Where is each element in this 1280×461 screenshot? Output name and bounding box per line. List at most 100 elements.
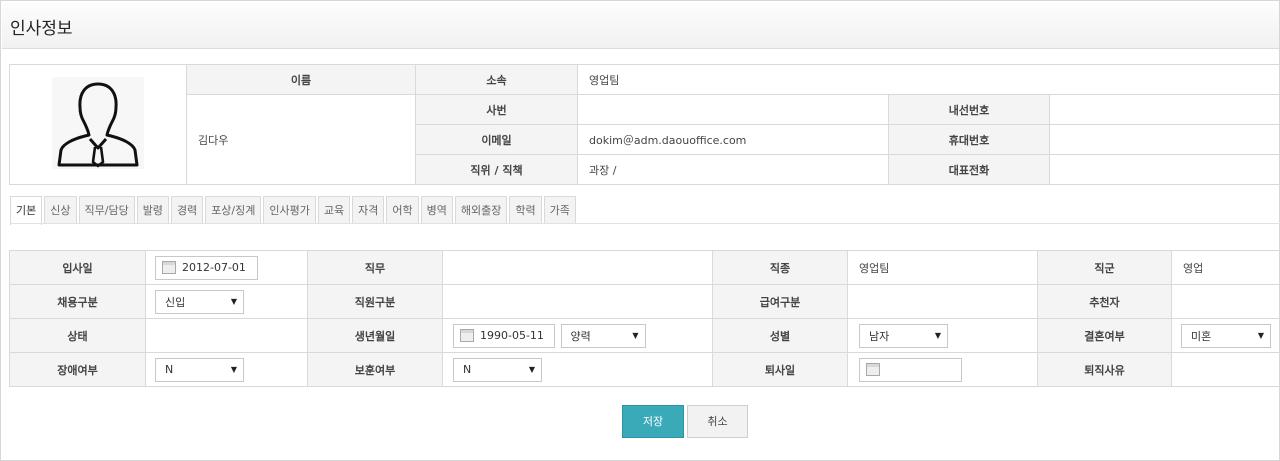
tab-reward[interactable]: 포상/징계 — [205, 196, 262, 224]
veteran-cell: N ▼ — [442, 352, 713, 387]
gender-select[interactable]: 남자 ▼ — [859, 323, 948, 348]
calendar-icon[interactable] — [162, 261, 176, 274]
tab-divider — [10, 223, 1280, 224]
tab-basic[interactable]: 기본 — [10, 196, 43, 225]
hire-type-select[interactable]: 신입 ▼ — [155, 289, 244, 314]
pay-type-label: 급여구분 — [712, 284, 848, 319]
mobile-header: 휴대번호 — [888, 124, 1050, 155]
duty-value — [442, 250, 713, 285]
birthday-input[interactable]: 1990-05-11 — [453, 323, 555, 348]
job-group-value: 영업 — [1171, 250, 1280, 285]
chevron-down-icon: ▼ — [1257, 331, 1264, 340]
tab-language[interactable]: 어학 — [386, 196, 419, 224]
resign-reason-label: 퇴직사유 — [1037, 352, 1172, 387]
veteran-label: 보훈여부 — [307, 352, 443, 387]
ext-value — [1049, 94, 1280, 125]
hire-type-label: 채용구분 — [9, 284, 146, 319]
calendar-type-select[interactable]: 양력 ▼ — [560, 323, 646, 348]
join-date-label: 입사일 — [9, 250, 146, 285]
tab-duty[interactable]: 직무/담당 — [78, 196, 135, 224]
job-type-label: 직종 — [712, 250, 848, 285]
emp-no-value — [577, 94, 889, 125]
name-header: 이름 — [186, 64, 416, 95]
disabled-selected: N — [165, 363, 174, 376]
gender-selected: 남자 — [869, 329, 890, 343]
tab-family[interactable]: 가족 — [543, 196, 576, 224]
married-cell: 미혼 ▼ — [1171, 318, 1280, 353]
dept-value: 영업팀 — [577, 64, 1280, 95]
recommender-value — [1171, 284, 1280, 319]
disabled-label: 장애여부 — [9, 352, 146, 387]
duty-label: 직무 — [307, 250, 443, 285]
married-label: 결혼여부 — [1037, 318, 1172, 353]
resign-date-cell — [847, 352, 1038, 387]
join-date-value: 2012-07-01 — [182, 261, 246, 274]
hr-info-window: 인사정보 이름 소속 영업팀 김다우 사번 내선번호 이메일 dokim＠adm… — [0, 0, 1280, 461]
job-group-label: 직군 — [1037, 250, 1172, 285]
tab-evaluation[interactable]: 인사평가 — [263, 196, 316, 224]
main-phone-header: 대표전화 — [888, 154, 1050, 185]
mobile-value — [1049, 124, 1280, 155]
veteran-select[interactable]: N ▼ — [453, 357, 542, 382]
chevron-down-icon: ▼ — [230, 297, 237, 306]
tab-license[interactable]: 자격 — [352, 196, 385, 224]
tab-career[interactable]: 경력 — [170, 196, 204, 224]
basic-info-table: 입사일 2012-07-01 직무 직종 영업팀 직군 영업 채용구분 신입 ▼ — [9, 250, 1280, 387]
page-title: 인사정보 — [10, 19, 73, 39]
save-button[interactable]: 저장 — [622, 405, 684, 438]
disabled-select[interactable]: N ▼ — [155, 357, 244, 382]
cancel-button[interactable]: 취소 — [687, 405, 748, 438]
position-value: 과장 / — [577, 154, 889, 185]
email-header: 이메일 — [415, 124, 578, 155]
staff-type-label: 직원구분 — [307, 284, 443, 319]
recommender-label: 추천자 — [1037, 284, 1172, 319]
tab-appointment[interactable]: 발령 — [136, 196, 169, 224]
ext-header: 내선번호 — [888, 94, 1050, 125]
title-bar: 인사정보 — [2, 2, 1279, 49]
married-selected: 미혼 — [1191, 329, 1212, 343]
tab-academic[interactable]: 학력 — [509, 196, 542, 224]
chevron-down-icon: ▼ — [528, 365, 535, 374]
name-value: 김다우 — [186, 94, 416, 185]
hire-type-selected: 신입 — [165, 295, 186, 309]
disabled-cell: N ▼ — [145, 352, 308, 387]
birthday-value: 1990-05-11 — [480, 329, 544, 342]
gender-label: 성별 — [712, 318, 848, 353]
resign-date-input[interactable] — [859, 357, 962, 382]
hire-type-cell: 신입 ▼ — [145, 284, 308, 319]
resign-date-label: 퇴사일 — [712, 352, 848, 387]
join-date-input[interactable]: 2012-07-01 — [155, 255, 258, 280]
tab-military[interactable]: 병역 — [420, 196, 453, 224]
position-header: 직위 / 직책 — [415, 154, 578, 185]
chevron-down-icon: ▼ — [632, 331, 639, 340]
birthday-label: 생년월일 — [307, 318, 443, 353]
veteran-selected: N — [463, 363, 472, 376]
chevron-down-icon: ▼ — [934, 331, 941, 340]
calendar-type-selected: 양력 — [570, 329, 591, 343]
email-value: dokim＠adm.daouoffice.com — [577, 124, 889, 155]
status-value — [145, 318, 308, 353]
pay-type-value — [847, 284, 1038, 319]
tab-personal[interactable]: 신상 — [44, 196, 77, 224]
chevron-down-icon: ▼ — [230, 365, 237, 374]
calendar-icon[interactable] — [460, 329, 474, 342]
profile-table: 이름 소속 영업팀 김다우 사번 내선번호 이메일 dokim＠adm.daou… — [9, 64, 1280, 185]
resign-reason-value — [1171, 352, 1280, 387]
user-silhouette-icon — [57, 82, 139, 168]
emp-no-header: 사번 — [415, 94, 578, 125]
married-select[interactable]: 미혼 ▼ — [1181, 323, 1271, 348]
calendar-icon[interactable] — [866, 363, 880, 376]
avatar[interactable] — [52, 77, 144, 169]
tab-education[interactable]: 교육 — [317, 196, 351, 224]
tab-overseas-trip[interactable]: 해외출장 — [454, 196, 508, 224]
birthday-cell: 1990-05-11 양력 ▼ — [442, 318, 713, 353]
join-date-cell: 2012-07-01 — [145, 250, 308, 285]
gender-cell: 남자 ▼ — [847, 318, 1038, 353]
staff-type-value — [442, 284, 713, 319]
profile-photo-cell — [9, 64, 187, 185]
status-label: 상태 — [9, 318, 146, 353]
job-type-value: 영업팀 — [847, 250, 1038, 285]
tab-bar: 기본 신상 직무/담당 발령 경력 포상/징계 인사평가 교육 자격 어학 병역… — [10, 196, 578, 225]
main-phone-value — [1049, 154, 1280, 185]
dept-header: 소속 — [415, 64, 578, 95]
